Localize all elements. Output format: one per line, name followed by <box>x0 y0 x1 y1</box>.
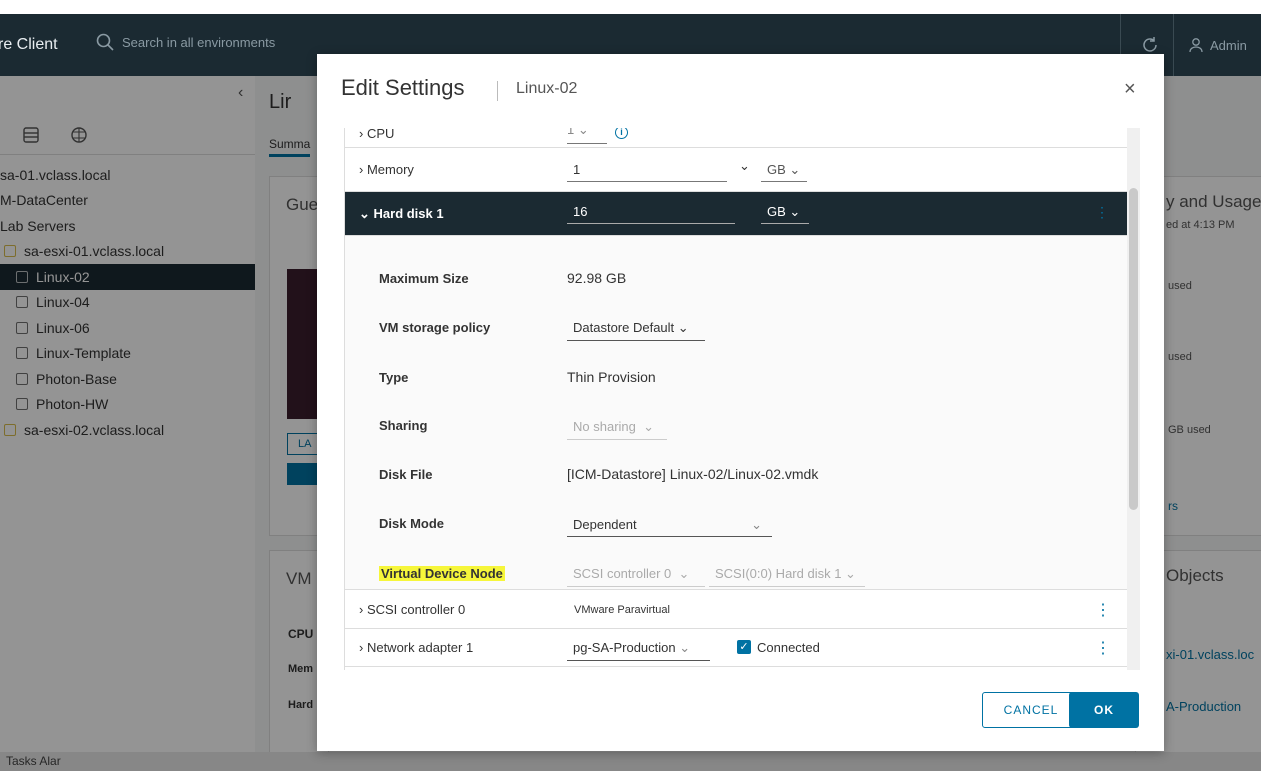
connected-checkbox[interactable]: ✓ <box>737 640 751 654</box>
network-label: › Network adapter 1 <box>359 640 474 655</box>
vdn-controller-select[interactable]: SCSI controller 0 ⌄ <box>567 566 705 587</box>
hard-disk-more-icon[interactable]: ⋮ <box>1095 204 1109 221</box>
memory-input[interactable]: 1 <box>567 160 727 182</box>
hard-disk-row[interactable]: ⌄ Hard disk 1 16 GB ⌄ ⋮ <box>345 192 1127 236</box>
global-search[interactable]: Search in all environments <box>96 33 275 51</box>
ok-button[interactable]: OK <box>1069 692 1139 728</box>
disk-file-label: Disk File <box>379 467 433 482</box>
user-label: Admin <box>1210 37 1247 53</box>
app-title: re Client <box>0 36 58 53</box>
scsi-more-icon[interactable]: ⋮ <box>1095 600 1111 620</box>
title-divider <box>497 81 498 101</box>
cpu-label: › CPU <box>359 128 395 141</box>
max-size-value: 92.98 GB <box>567 270 627 286</box>
sharing-select[interactable]: No sharing ⌄ <box>567 419 667 440</box>
memory-dropdown-icon[interactable]: ⌄ <box>739 158 750 174</box>
edit-settings-dialog: Edit Settings Linux-02 × › CPU 1 ⌄ i › M… <box>317 54 1164 751</box>
sharing-label: Sharing <box>379 418 428 433</box>
hard-disk-size-input[interactable]: 16 <box>567 202 735 224</box>
search-icon <box>96 33 114 51</box>
scsi-controller-row[interactable]: › SCSI controller 0 VMware Paravirtual ⋮ <box>345 591 1127 629</box>
scsi-label: › SCSI controller 0 <box>359 602 466 617</box>
hard-disk-label: ⌄ Hard disk 1 <box>359 206 444 221</box>
close-icon[interactable]: × <box>1124 78 1136 101</box>
hard-disk-unit-select[interactable]: GB ⌄ <box>761 202 809 224</box>
memory-value: 1 <box>573 162 581 177</box>
cancel-button[interactable]: CANCEL <box>982 692 1080 728</box>
dialog-subtitle: Linux-02 <box>516 80 578 97</box>
cpu-label-text: CPU <box>366 128 395 141</box>
memory-label-text: Memory <box>366 162 414 177</box>
vdn-label-highlight: Virtual Device Node <box>379 566 505 581</box>
disk-file-value: [ICM-Datastore] Linux-02/Linux-02.vmdk <box>567 466 819 482</box>
connected-label: Connected <box>757 640 820 655</box>
dialog-title: Edit Settings <box>341 75 465 100</box>
network-adapter-row[interactable]: › Network adapter 1 pg-SA-Production ⌄ ✓… <box>345 629 1127 667</box>
vdn-label: Virtual Device Node <box>379 566 505 581</box>
vdn-controller-value: SCSI controller 0 <box>573 566 672 581</box>
max-size-label: Maximum Size <box>379 271 469 286</box>
vdn-slot-select[interactable]: SCSI(0:0) Hard disk 1 ⌄ <box>709 566 865 587</box>
disk-mode-value: Dependent <box>573 517 637 532</box>
header-divider <box>1173 14 1174 76</box>
storage-policy-value: Datastore Default <box>573 320 675 335</box>
disk-mode-select[interactable]: Dependent ⌄ <box>567 517 772 537</box>
memory-row[interactable]: › Memory 1 ⌄ GB ⌄ <box>345 148 1127 192</box>
refresh-icon[interactable] <box>1141 36 1159 54</box>
scrollbar-thumb[interactable] <box>1129 188 1138 510</box>
memory-unit: GB <box>767 162 786 177</box>
memory-label: › Memory <box>359 162 414 177</box>
network-label-text: Network adapter 1 <box>366 640 474 655</box>
vdn-slot-value: SCSI(0:0) Hard disk 1 <box>715 566 842 581</box>
network-select[interactable]: pg-SA-Production ⌄ <box>567 640 710 661</box>
scsi-type-value: VMware Paravirtual <box>574 604 670 616</box>
disk-mode-label: Disk Mode <box>379 516 445 531</box>
top-strip <box>0 0 1261 14</box>
cpu-value: 1 <box>567 128 575 137</box>
type-label: Type <box>379 370 409 385</box>
memory-unit-select[interactable]: GB ⌄ <box>761 160 807 182</box>
sharing-value: No sharing <box>573 419 636 434</box>
scsi-label-text: SCSI controller 0 <box>366 602 466 617</box>
storage-policy-select[interactable]: Datastore Default ⌄ <box>567 320 705 341</box>
search-placeholder: Search in all environments <box>122 34 276 50</box>
info-icon[interactable]: i <box>615 128 628 139</box>
user-menu[interactable]: Admin <box>1188 37 1247 53</box>
cpu-row[interactable]: › CPU 1 ⌄ i <box>345 128 1127 148</box>
storage-policy-label: VM storage policy <box>379 320 491 335</box>
hard-disk-label-text: Hard disk 1 <box>373 206 444 221</box>
hard-disk-unit: GB <box>767 204 786 219</box>
type-value: Thin Provision <box>567 369 656 385</box>
hard-disk-details: Maximum Size 92.98 GB VM storage policy … <box>345 236 1127 590</box>
virtual-hardware-panel: › CPU 1 ⌄ i › Memory 1 ⌄ GB ⌄ ⌄ Hard dis… <box>344 128 1127 670</box>
cpu-select[interactable]: 1 ⌄ <box>567 128 607 144</box>
network-value: pg-SA-Production <box>573 640 676 655</box>
panel-scrollbar[interactable] <box>1127 128 1140 670</box>
hard-disk-size-value: 16 <box>573 204 588 219</box>
user-icon <box>1189 38 1203 53</box>
network-more-icon[interactable]: ⋮ <box>1095 638 1111 658</box>
